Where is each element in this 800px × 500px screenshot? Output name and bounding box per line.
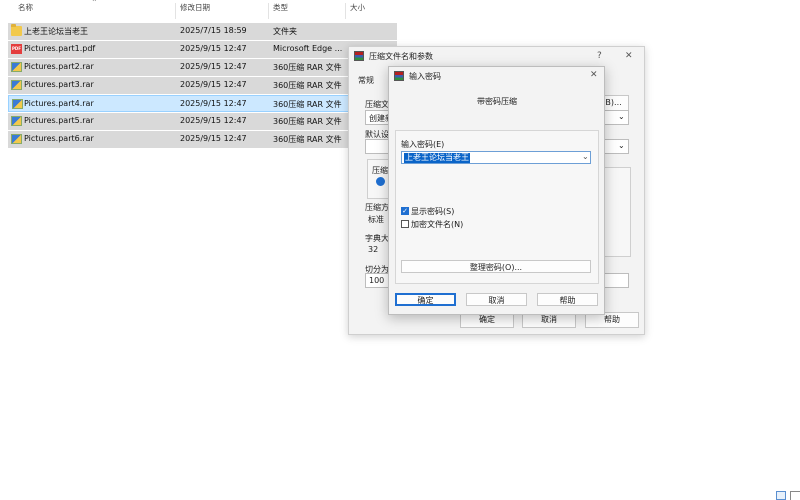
winrar-icon bbox=[354, 51, 364, 61]
rar-icon bbox=[11, 134, 22, 144]
column-header-date[interactable]: 修改日期 bbox=[180, 2, 210, 22]
file-name: Pictures.part6.rar bbox=[24, 134, 94, 143]
rar-icon bbox=[12, 99, 23, 109]
dialog-title: 输入密码 bbox=[409, 72, 441, 81]
column-divider[interactable] bbox=[175, 3, 176, 19]
close-icon[interactable]: ✕ bbox=[590, 70, 598, 80]
file-date: 2025/9/15 12:47 bbox=[180, 116, 247, 125]
file-row[interactable]: PDF Pictures.part1.pdf 2025/9/15 12:47 M… bbox=[8, 41, 397, 58]
split-unit-select[interactable] bbox=[601, 273, 629, 288]
tab-general[interactable]: 常规 bbox=[358, 75, 374, 86]
show-password-checkbox[interactable]: ✓ bbox=[401, 207, 409, 215]
file-type: 360压缩 RAR 文件 bbox=[273, 63, 342, 72]
file-row-selected[interactable]: Pictures.part4.rar 2025/9/15 12:47 360压缩… bbox=[8, 95, 397, 112]
file-name: Pictures.part1.pdf bbox=[24, 44, 96, 53]
file-name: 上老王论坛当老王 bbox=[24, 27, 88, 36]
file-name: Pictures.part5.rar bbox=[24, 116, 94, 125]
dictionary-label: 字典大 bbox=[365, 234, 389, 243]
password-dialog: 输入密码 ✕ 带密码压缩 输入密码(E) 上老王论坛当老王 ⌄ ✓ 显示密码(S… bbox=[388, 66, 605, 315]
details-view-icon[interactable] bbox=[776, 491, 786, 500]
dialog-title: 压缩文件名和参数 bbox=[369, 52, 433, 61]
split-value: 100 bbox=[369, 276, 385, 285]
file-name: Pictures.part3.rar bbox=[24, 80, 94, 89]
rar-icon bbox=[11, 62, 22, 72]
file-row[interactable]: 上老王论坛当老王 2025/7/15 18:59 文件夹 bbox=[8, 23, 397, 40]
file-row[interactable]: Pictures.part3.rar 2025/9/15 12:47 360压缩… bbox=[8, 77, 397, 94]
file-date: 2025/9/15 12:47 bbox=[180, 134, 247, 143]
file-type: 360压缩 RAR 文件 bbox=[273, 117, 342, 126]
password-value: 上老王论坛当老王 bbox=[404, 153, 470, 163]
pdf-icon: PDF bbox=[11, 44, 22, 54]
folder-icon bbox=[11, 24, 22, 36]
column-header-name[interactable]: 名称 bbox=[18, 2, 33, 22]
help-icon[interactable]: ? bbox=[597, 51, 602, 61]
winrar-icon bbox=[394, 71, 404, 81]
file-name: Pictures.part2.rar bbox=[24, 62, 94, 71]
archive-name-label: 压缩文 bbox=[365, 100, 389, 109]
file-date: 2025/9/15 12:47 bbox=[180, 62, 247, 71]
file-name: Pictures.part4.rar bbox=[24, 99, 94, 108]
chevron-down-icon: ⌄ bbox=[582, 152, 589, 161]
cancel-button[interactable]: 取消 bbox=[466, 293, 527, 306]
file-row[interactable]: Pictures.part2.rar 2025/9/15 12:47 360压缩… bbox=[8, 59, 397, 76]
sort-chevron-icon: ⌃ bbox=[91, 0, 98, 7]
rar-icon bbox=[11, 80, 22, 90]
close-icon[interactable]: ✕ bbox=[625, 51, 633, 61]
format-label: 压缩 bbox=[372, 166, 388, 175]
method-label: 压缩方 bbox=[365, 203, 389, 212]
file-type: 360压缩 RAR 文件 bbox=[273, 135, 342, 144]
rar-icon bbox=[11, 116, 22, 126]
password-label: 输入密码(E) bbox=[401, 140, 445, 149]
organize-passwords-button[interactable]: 整理密码(O)... bbox=[401, 260, 591, 273]
file-type: 360压缩 RAR 文件 bbox=[273, 81, 342, 90]
file-date: 2025/9/15 12:47 bbox=[180, 80, 247, 89]
file-row[interactable]: Pictures.part6.rar 2025/9/15 12:47 360压缩… bbox=[8, 131, 397, 148]
encrypt-filenames-label[interactable]: 加密文件名(N) bbox=[411, 219, 463, 230]
file-date: 2025/7/15 18:59 bbox=[180, 26, 247, 35]
format-radio[interactable] bbox=[376, 177, 385, 186]
method-value[interactable]: 标准 bbox=[368, 214, 384, 225]
chevron-down-icon: ⌄ bbox=[618, 112, 625, 121]
encrypt-filenames-checkbox[interactable] bbox=[401, 220, 409, 228]
dictionary-value[interactable]: 32 bbox=[368, 245, 378, 254]
ok-button[interactable]: 确定 bbox=[395, 293, 456, 306]
dialog-heading: 带密码压缩 bbox=[477, 97, 517, 106]
file-date: 2025/9/15 12:47 bbox=[180, 44, 247, 53]
file-row[interactable]: Pictures.part5.rar 2025/9/15 12:47 360压缩… bbox=[8, 113, 397, 130]
column-header-size[interactable]: 大小 bbox=[350, 2, 365, 22]
file-date: 2025/9/15 12:47 bbox=[180, 99, 247, 108]
chevron-down-icon: ⌄ bbox=[618, 141, 625, 150]
help-button[interactable]: 帮助 bbox=[537, 293, 598, 306]
tiles-view-icon[interactable] bbox=[790, 491, 800, 500]
file-type: Microsoft Edge ... bbox=[273, 44, 343, 53]
column-divider[interactable] bbox=[345, 3, 346, 19]
show-password-label[interactable]: 显示密码(S) bbox=[411, 206, 454, 217]
column-header-type[interactable]: 类型 bbox=[273, 2, 288, 22]
file-type: 360压缩 RAR 文件 bbox=[273, 100, 342, 109]
password-input[interactable]: 上老王论坛当老王 ⌄ bbox=[401, 151, 591, 164]
file-type: 文件夹 bbox=[273, 27, 297, 36]
column-divider[interactable] bbox=[268, 3, 269, 19]
